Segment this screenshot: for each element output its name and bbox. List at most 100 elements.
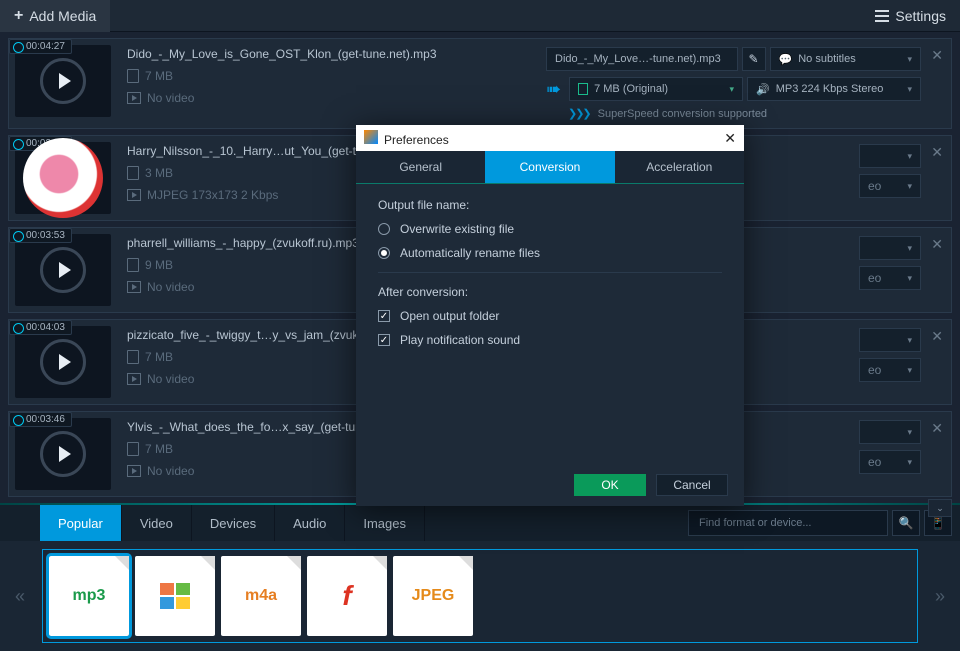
arrow-icon: ➠ — [546, 79, 561, 100]
add-media-label: Add Media — [29, 8, 96, 24]
thumbnail[interactable]: 00:03:20 — [15, 142, 111, 214]
remove-item-button[interactable]: ✕ — [931, 144, 943, 161]
speaker-icon: 🔊 — [756, 83, 770, 96]
cancel-button[interactable]: Cancel — [656, 474, 728, 496]
filename: Dido_-_My_Love_is_Gone_OST_Klon_(get-tun… — [127, 47, 536, 61]
remove-item-button[interactable]: ✕ — [931, 47, 943, 64]
file-icon — [127, 69, 139, 83]
format-preset[interactable]: m4a — [221, 556, 301, 636]
format-tab-popular[interactable]: Popular — [40, 505, 122, 541]
search-button[interactable]: 🔍 — [892, 510, 920, 536]
chk-label: Open output folder — [400, 309, 499, 323]
prefs-tab-general[interactable]: General — [356, 151, 485, 183]
radio-icon — [378, 223, 390, 235]
dropdown-stub[interactable] — [859, 236, 921, 260]
format-preset[interactable]: JPEG — [393, 556, 473, 636]
video-icon — [127, 281, 141, 293]
thumbnail[interactable]: 00:04:27 — [15, 45, 111, 117]
play-icon[interactable] — [40, 431, 86, 477]
thumbnail[interactable]: 00:04:03 — [15, 326, 111, 398]
thumbnail[interactable]: 00:03:53 — [15, 234, 111, 306]
superspeed-info: ❯❯❯ SuperSpeed conversion supported — [546, 107, 921, 120]
prefs-tab-conversion[interactable]: Conversion — [485, 151, 614, 183]
settings-label: Settings — [895, 8, 946, 24]
media-row[interactable]: 00:04:27 Dido_-_My_Love_is_Gone_OST_Klon… — [8, 38, 952, 129]
video-icon — [127, 373, 141, 385]
dialog-footer: OK Cancel — [356, 464, 744, 506]
output-size-dropdown[interactable]: 7 MB (Original) — [569, 77, 743, 101]
output-filename[interactable]: Dido_-_My_Love…-tune.net).mp3 — [546, 47, 738, 71]
format-preset[interactable]: mp3 — [49, 556, 129, 636]
dialog-titlebar[interactable]: Preferences ✕ — [356, 125, 744, 151]
radio-icon — [378, 247, 390, 259]
chk-play-sound[interactable]: Play notification sound — [378, 333, 722, 347]
group-output-title: Output file name: — [378, 198, 722, 212]
format-tab-video[interactable]: Video — [122, 505, 192, 541]
chevrons-icon: ❯❯❯ — [568, 107, 590, 120]
ok-button[interactable]: OK — [574, 474, 646, 496]
audio-format-dropdown[interactable]: eo — [859, 174, 921, 198]
hamburger-icon — [875, 10, 889, 22]
carousel-next-button[interactable]: » — [928, 586, 952, 607]
file-icon — [578, 83, 588, 95]
video-icon — [127, 189, 141, 201]
radio-overwrite[interactable]: Overwrite existing file — [378, 222, 722, 236]
audio-format-dropdown[interactable]: 🔊 MP3 224 Kbps Stereo — [747, 77, 921, 101]
play-icon[interactable] — [40, 58, 86, 104]
dialog-body: Output file name: Overwrite existing fil… — [356, 184, 744, 464]
format-tab-devices[interactable]: Devices — [192, 505, 275, 541]
audio-format-dropdown[interactable]: eo — [859, 358, 921, 382]
audio-format-dropdown[interactable]: eo — [859, 450, 921, 474]
format-preset[interactable]: f — [307, 556, 387, 636]
file-icon — [127, 258, 139, 272]
format-preset[interactable] — [135, 556, 215, 636]
video-icon — [127, 92, 141, 104]
close-icon[interactable]: ✕ — [724, 130, 736, 147]
duration-badge: 00:04:03 — [9, 320, 72, 335]
media-info: Dido_-_My_Love_is_Gone_OST_Klon_(get-tun… — [117, 39, 546, 113]
format-tab-images[interactable]: Images — [345, 505, 425, 541]
chk-label: Play notification sound — [400, 333, 520, 347]
radio-label: Automatically rename files — [400, 246, 540, 260]
collapse-panel-button[interactable]: ⌄ — [928, 499, 952, 517]
dropdown-stub[interactable] — [859, 420, 921, 444]
file-icon — [127, 442, 139, 456]
chk-open-folder[interactable]: Open output folder — [378, 309, 722, 323]
checkbox-icon — [378, 334, 390, 346]
output-panel: Dido_-_My_Love…-tune.net).mp3 ✎ 💬 No sub… — [546, 39, 951, 128]
play-icon[interactable] — [40, 247, 86, 293]
dropdown-stub[interactable] — [859, 328, 921, 352]
search-input[interactable]: Find format or device... — [688, 510, 888, 536]
titlebar: + Add Media Settings — [0, 0, 960, 32]
thumbnail-image — [23, 138, 103, 218]
dropdown-stub[interactable] — [859, 144, 921, 168]
duration-badge: 00:03:46 — [9, 412, 72, 427]
checkbox-icon — [378, 310, 390, 322]
remove-item-button[interactable]: ✕ — [931, 236, 943, 253]
remove-item-button[interactable]: ✕ — [931, 328, 943, 345]
file-size: 7 MB — [127, 69, 536, 83]
radio-label: Overwrite existing file — [400, 222, 514, 236]
play-icon[interactable] — [40, 339, 86, 385]
format-tab-audio[interactable]: Audio — [275, 505, 345, 541]
plus-icon: + — [14, 7, 23, 25]
prefs-tab-acceleration[interactable]: Acceleration — [615, 151, 744, 183]
subtitles-dropdown[interactable]: 💬 No subtitles — [770, 47, 921, 71]
dialog-title: Preferences — [384, 133, 449, 147]
preset-carousel: « mp3 m4afJPEG » — [0, 541, 960, 651]
thumbnail[interactable]: 00:03:46 — [15, 418, 111, 490]
radio-rename[interactable]: Automatically rename files — [378, 246, 722, 260]
edit-button[interactable]: ✎ — [742, 47, 766, 71]
file-icon — [127, 350, 139, 364]
audio-format-dropdown[interactable]: eo — [859, 266, 921, 290]
group-after-title: After conversion: — [378, 285, 722, 299]
file-icon — [127, 166, 139, 180]
remove-item-button[interactable]: ✕ — [931, 420, 943, 437]
format-tabs: PopularVideoDevicesAudioImages Find forma… — [0, 505, 960, 541]
settings-button[interactable]: Settings — [861, 0, 960, 32]
video-icon — [127, 465, 141, 477]
add-media-button[interactable]: + Add Media — [0, 0, 110, 32]
carousel-prev-button[interactable]: « — [8, 586, 32, 607]
video-info: No video — [127, 91, 536, 105]
duration-badge: 00:03:53 — [9, 228, 72, 243]
